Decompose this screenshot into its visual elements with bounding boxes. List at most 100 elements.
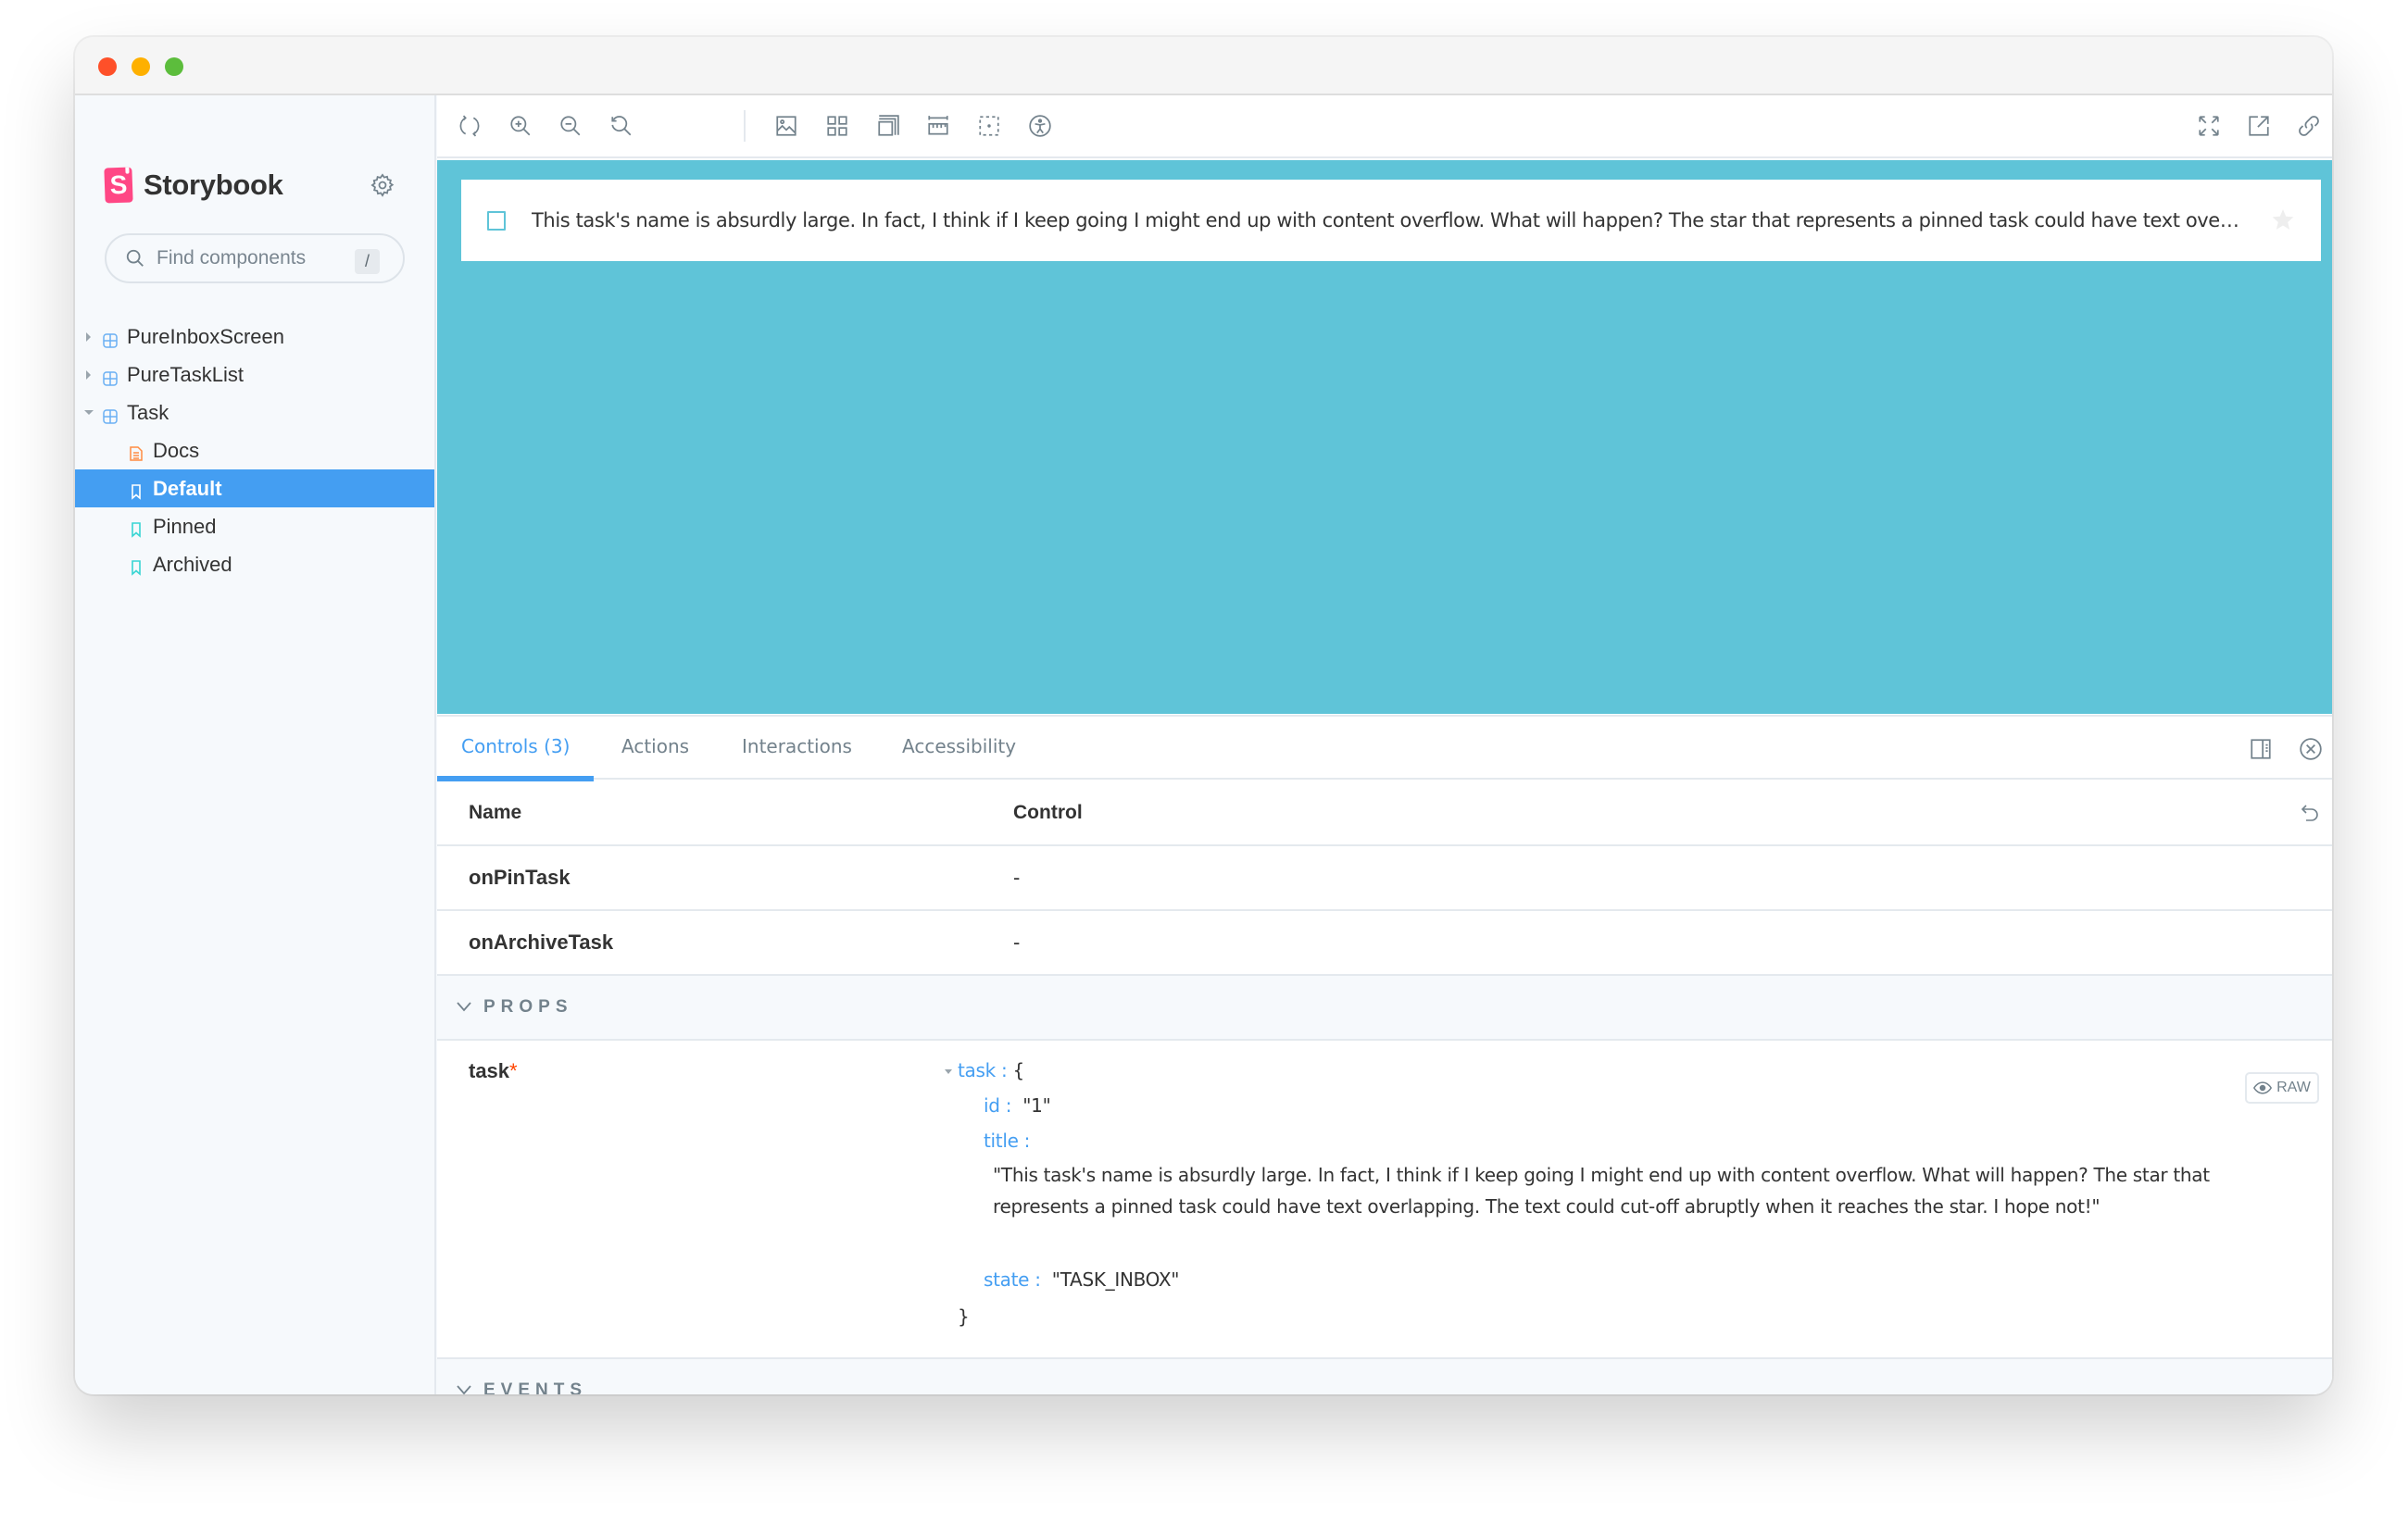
raw-button-label: RAW — [2276, 1080, 2311, 1095]
zoom-reset-icon[interactable] — [609, 114, 633, 138]
table-row: task * task : { id : "1" title : "This ta… — [437, 1041, 2332, 1359]
chevron-right-icon[interactable] — [86, 332, 91, 342]
open-new-tab-icon[interactable] — [2247, 114, 2271, 138]
field-key: state : — [984, 1268, 1041, 1291]
raw-toggle-button[interactable]: RAW — [2245, 1072, 2319, 1104]
title-bar — [75, 37, 2332, 95]
accessibility-icon[interactable] — [1028, 114, 1052, 138]
app-window: S Storybook / PureInboxScreen PureTaskLi… — [75, 37, 2332, 1394]
chevron-right-icon[interactable] — [86, 370, 91, 380]
open-brace: { — [1012, 1059, 1024, 1081]
panel-orientation-icon[interactable] — [2249, 737, 2273, 761]
viewport-icon[interactable] — [977, 114, 1001, 138]
object-key: task — [958, 1059, 996, 1081]
section-events[interactable]: EVENTS — [437, 1359, 2332, 1394]
tree-item-label: PureTaskList — [127, 362, 244, 386]
tree-item-default[interactable]: Default — [75, 469, 434, 507]
fullscreen-icon[interactable] — [2197, 114, 2221, 138]
search-icon — [125, 248, 145, 269]
table-header: Name Control — [437, 781, 2332, 846]
tab-controls[interactable]: Controls (3) — [436, 717, 595, 781]
gear-icon[interactable] — [370, 172, 395, 198]
bookmark-icon — [129, 519, 144, 538]
section-label: EVENTS — [483, 1380, 588, 1394]
eye-icon — [2253, 1081, 2273, 1094]
arg-control: - — [1013, 866, 1021, 889]
tree-item-archived[interactable]: Archived — [75, 545, 434, 583]
component-tree: PureInboxScreen PureTaskList Task Docs D… — [75, 318, 434, 583]
outline-icon[interactable] — [876, 114, 900, 138]
bookmark-icon — [129, 557, 144, 576]
field-state: state : "TASK_INBOX" — [984, 1268, 1179, 1291]
table-row: onPinTask - — [437, 846, 2332, 911]
field-key: id : — [984, 1094, 1012, 1117]
tree-item-label: Default — [153, 476, 222, 500]
tree-item-label: PureInboxScreen — [127, 324, 284, 348]
brand[interactable]: S Storybook — [104, 167, 283, 204]
component-icon — [103, 330, 118, 348]
field-value[interactable]: "TASK_INBOX" — [1052, 1268, 1180, 1291]
tree-item-docs[interactable]: Docs — [75, 431, 434, 469]
storybook-logo-icon: S — [104, 167, 133, 204]
section-props[interactable]: PROPS — [437, 976, 2332, 1041]
star-icon[interactable] — [2271, 207, 2295, 231]
brand-name: Storybook — [144, 169, 283, 201]
story-preview: This task's name is absurdly large. In f… — [437, 160, 2332, 714]
search-shortcut-key: / — [355, 249, 380, 274]
addons-tabs: Controls (3) Actions Interactions Access… — [436, 717, 2332, 781]
arg-name: onPinTask — [469, 866, 571, 889]
toolbar-divider — [744, 110, 746, 142]
section-label: PROPS — [483, 997, 573, 1017]
tab-accessibility[interactable]: Accessibility — [902, 717, 1016, 780]
component-icon — [103, 406, 118, 424]
undo-icon[interactable] — [2299, 802, 2321, 824]
field-id: id : "1" — [984, 1094, 1051, 1117]
zoom-out-icon[interactable] — [558, 114, 583, 138]
tree-item-task[interactable]: Task — [75, 393, 434, 431]
table-row: onArchiveTask - — [437, 911, 2332, 976]
tab-interactions[interactable]: Interactions — [742, 717, 852, 780]
chevron-down-icon — [456, 1000, 472, 1013]
close-window-button[interactable] — [98, 57, 117, 76]
document-icon — [129, 443, 144, 461]
tree-item-pureinboxscreen[interactable]: PureInboxScreen — [75, 318, 434, 356]
tab-actions[interactable]: Actions — [621, 717, 689, 780]
zoom-in-icon[interactable] — [508, 114, 533, 138]
tree-item-puretasklist[interactable]: PureTaskList — [75, 356, 434, 393]
background-icon[interactable] — [774, 114, 798, 138]
task-title[interactable]: This task's name is absurdly large. In f… — [532, 180, 2247, 261]
close-brace: } — [958, 1305, 970, 1328]
close-panel-icon[interactable] — [2299, 737, 2323, 761]
arg-control: - — [1013, 931, 1021, 954]
object-separator: : — [995, 1059, 1013, 1081]
field-key: title : — [984, 1130, 1031, 1152]
toolbar — [437, 95, 2332, 158]
chevron-down-icon — [456, 1383, 472, 1394]
grid-icon[interactable] — [825, 114, 849, 138]
sidebar: S Storybook / PureInboxScreen PureTaskLi… — [75, 95, 436, 1394]
tree-item-label: Docs — [153, 438, 200, 462]
tree-item-label: Task — [127, 400, 169, 424]
bookmark-icon — [129, 481, 144, 500]
measure-icon[interactable] — [926, 114, 950, 138]
minimize-window-button[interactable] — [132, 57, 150, 76]
field-value[interactable]: "1" — [1022, 1094, 1051, 1117]
copy-link-icon[interactable] — [2297, 114, 2321, 138]
required-marker: * — [509, 1059, 518, 1082]
maximize-window-button[interactable] — [165, 57, 183, 76]
field-value[interactable]: "This task's name is absurdly large. In … — [993, 1159, 2221, 1222]
field-title: title : — [984, 1130, 1030, 1152]
tree-item-pinned[interactable]: Pinned — [75, 507, 434, 545]
tree-item-label: Archived — [153, 552, 232, 576]
object-root: task : { — [958, 1059, 1024, 1081]
tree-item-label: Pinned — [153, 514, 217, 538]
arg-name: onArchiveTask — [469, 931, 614, 954]
collapse-caret-icon[interactable] — [945, 1069, 952, 1074]
reload-icon[interactable] — [458, 114, 482, 138]
controls-table: Name Control onPinTask - onArchiveTask - — [437, 781, 2332, 1394]
task-checkbox[interactable] — [487, 211, 506, 231]
chevron-down-icon[interactable] — [84, 410, 94, 415]
search-box: / — [105, 233, 405, 283]
column-header-control: Control — [1013, 802, 1083, 823]
search-input[interactable] — [157, 247, 360, 269]
